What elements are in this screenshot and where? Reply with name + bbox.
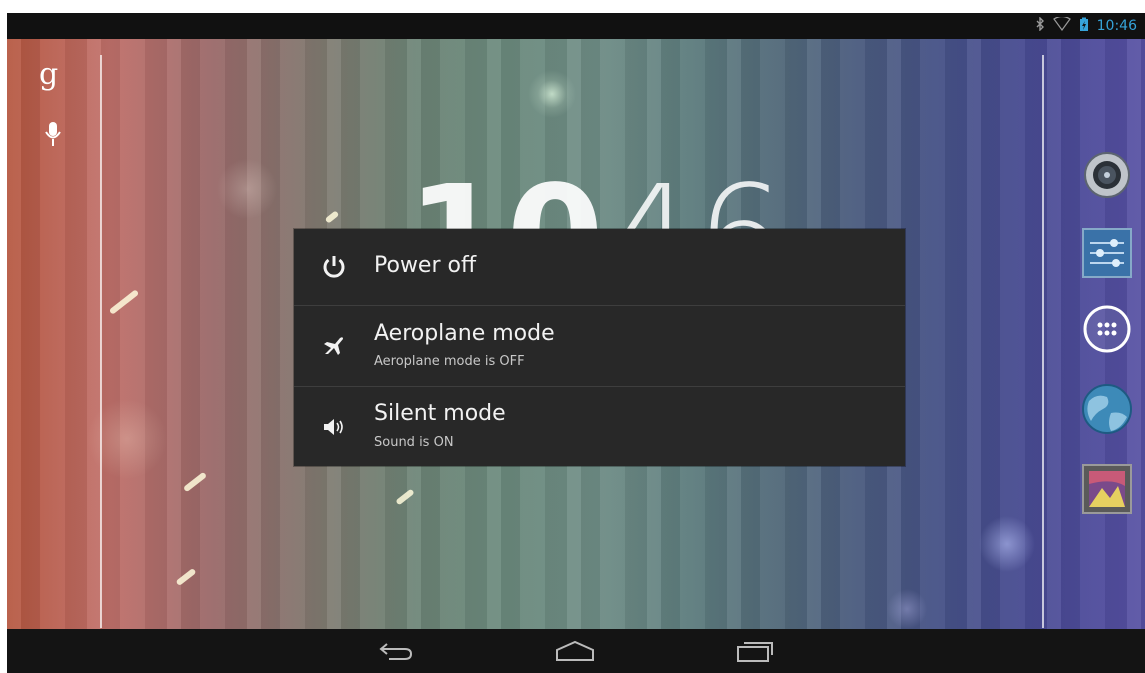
google-search-icon[interactable]: g — [39, 57, 58, 92]
silent-mode-status: Sound is ON — [374, 435, 454, 450]
speaker-icon — [318, 411, 350, 443]
wallpaper-streak — [395, 488, 415, 506]
browser-icon[interactable] — [1081, 383, 1133, 435]
back-icon[interactable] — [377, 637, 417, 665]
power-off-option[interactable]: Power off — [294, 229, 905, 305]
gallery-icon[interactable] — [1081, 463, 1133, 515]
silent-mode-label: Silent mode — [374, 401, 506, 426]
battery-icon — [1079, 17, 1089, 36]
wallpaper-streak — [182, 471, 208, 493]
aeroplane-mode-status: Aeroplane mode is OFF — [374, 354, 525, 369]
navigation-bar — [7, 629, 1145, 673]
wallpaper-streak — [108, 289, 140, 315]
aeroplane-mode-label: Aeroplane mode — [374, 321, 555, 346]
status-time: 10:46 — [1096, 18, 1137, 34]
aeroplane-mode-option[interactable]: Aeroplane mode Aeroplane mode is OFF — [294, 306, 905, 386]
recent-apps-icon[interactable] — [735, 637, 775, 665]
dock-divider — [1042, 55, 1044, 628]
wallpaper-streak — [175, 567, 197, 587]
power-off-label: Power off — [374, 253, 477, 278]
settings-icon[interactable] — [1081, 227, 1133, 279]
wallpaper-streak — [324, 210, 340, 224]
music-icon[interactable] — [1081, 149, 1133, 201]
search-bar-divider — [100, 55, 102, 628]
wifi-icon — [1052, 15, 1071, 35]
app-drawer-icon[interactable] — [1081, 303, 1133, 355]
voice-search-icon[interactable] — [45, 121, 61, 153]
airplane-icon — [318, 330, 350, 362]
power-icon — [318, 251, 350, 283]
status-bar: 10:46 — [7, 13, 1145, 39]
home-icon[interactable] — [555, 637, 595, 665]
power-options-dialog: Power off Aeroplane mode Aeroplane mode … — [294, 229, 905, 466]
silent-mode-option[interactable]: Silent mode Sound is ON — [294, 387, 905, 466]
bluetooth-icon — [1035, 16, 1045, 35]
